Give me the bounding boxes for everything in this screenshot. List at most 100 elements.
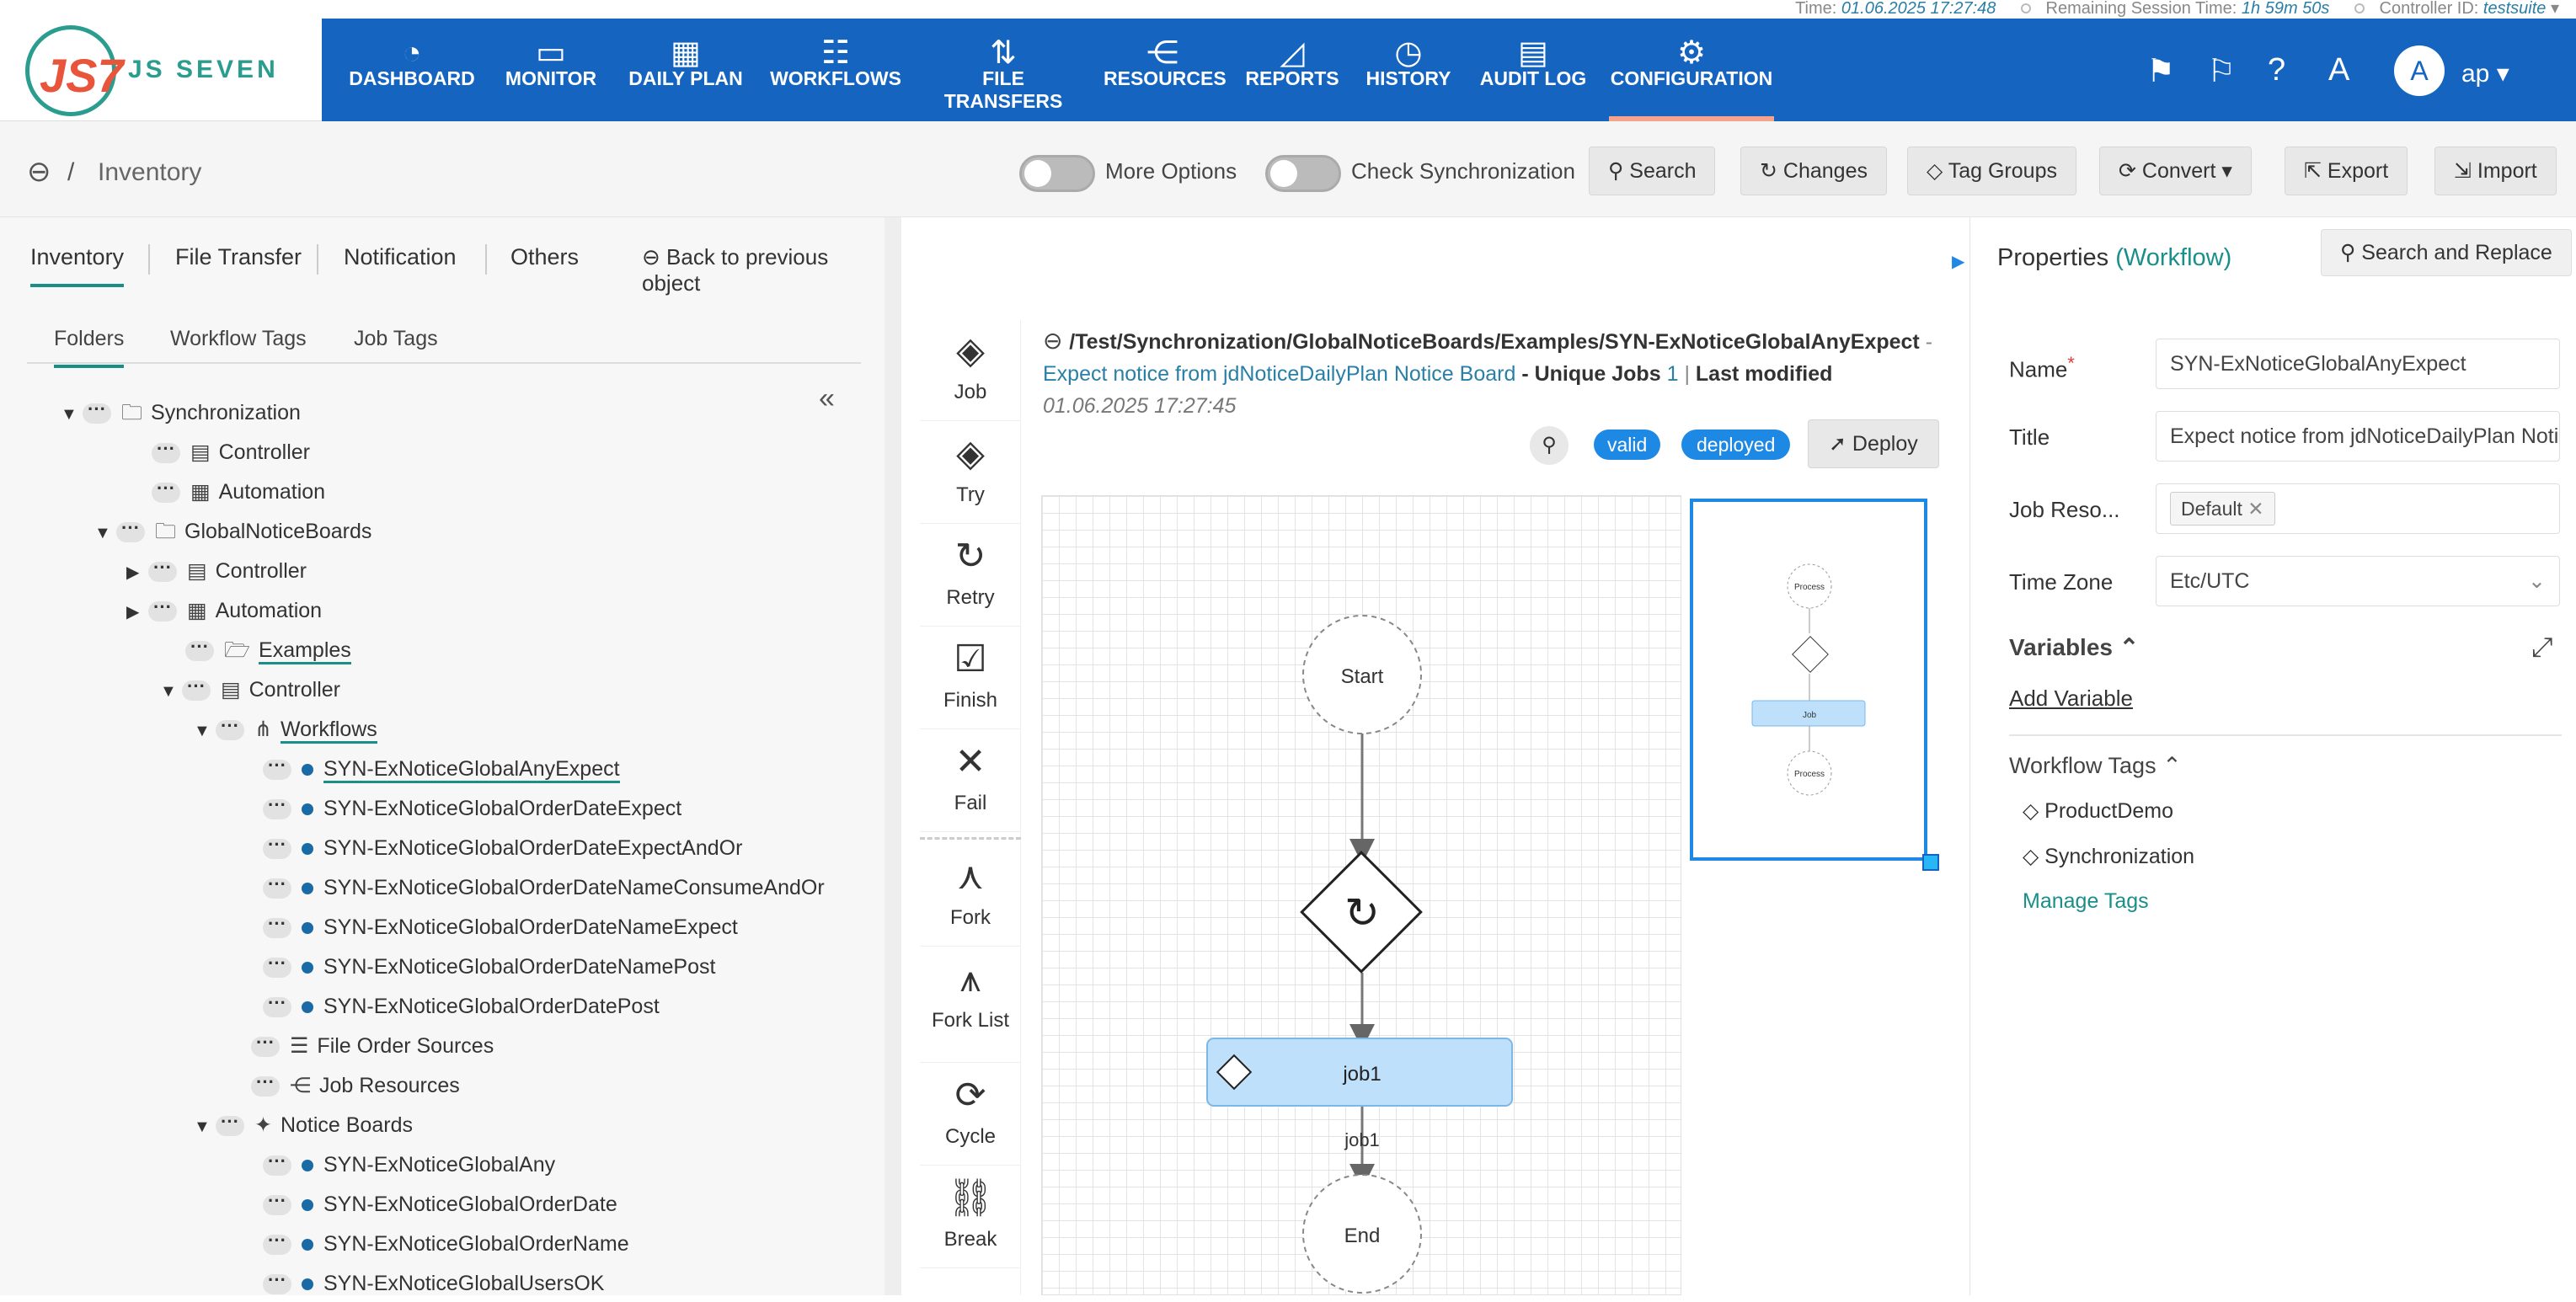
back-to-previous-link[interactable]: ⊖ Back to previous object [642, 244, 884, 296]
more-icon[interactable]: ··· [263, 756, 291, 781]
more-icon[interactable]: ··· [263, 835, 291, 860]
tree-item[interactable]: ··· ☰ File Order Sources [251, 1027, 494, 1065]
name-field[interactable]: SYN-ExNoticeGlobalAnyExpect [2156, 339, 2560, 389]
expand-icon[interactable]: ⤢ [2531, 632, 2553, 664]
more-icon[interactable]: ··· [216, 717, 244, 741]
more-icon[interactable]: ··· [251, 1073, 280, 1097]
tree-item[interactable]: ··· SYN-ExNoticeGlobalOrderDateNameExpect [263, 909, 738, 946]
tree-item[interactable]: ··· SYN-ExNoticeGlobalOrderDateNamePost [263, 948, 715, 985]
tree-item[interactable]: ··· SYN-ExNoticeGlobalOrderDatePost [263, 988, 660, 1025]
more-icon[interactable]: ··· [216, 1113, 244, 1137]
nav-reports[interactable]: ◿ REPORTS [1243, 19, 1341, 121]
more-icon[interactable]: ··· [263, 915, 291, 939]
time-zone-select[interactable]: Etc/UTC ⌄ [2156, 556, 2560, 606]
tree-item[interactable]: ··· SYN-ExNoticeGlobalOrderDateNameConsum… [263, 869, 825, 906]
tree-arrow-icon[interactable]: ▶ [126, 594, 148, 631]
tree-item[interactable]: ··· SYN-ExNoticeGlobalOrderDate [263, 1186, 617, 1223]
nav-resources[interactable]: ⋲ RESOURCES [1104, 19, 1227, 121]
nav-daily-plan[interactable]: ▦ DAILY PLAN [625, 19, 746, 121]
nav-dashboard[interactable]: ◔ DASHBOARD [347, 19, 477, 121]
palette-cycle[interactable]: ⟳ Cycle [920, 1065, 1021, 1166]
nav-history[interactable]: ◷ HISTORY [1361, 19, 1456, 121]
tree-item[interactable]: ··· ⋲ Job Resources [251, 1067, 460, 1104]
tree-item[interactable]: ··· SYN-ExNoticeGlobalOrderDateExpectAndO… [263, 830, 742, 867]
variables-heading[interactable]: Variables ⌃ [2009, 633, 2139, 661]
expand-arrow-icon[interactable]: ▶ [1952, 251, 1964, 272]
tree-arrow-icon[interactable]: ▼ [94, 515, 116, 552]
more-icon[interactable]: ··· [251, 1033, 280, 1058]
more-icon[interactable]: ··· [263, 1231, 291, 1256]
tree-item[interactable]: ··· SYN-ExNoticeGlobalAny [263, 1146, 555, 1183]
more-icon[interactable]: ··· [152, 440, 180, 464]
help-icon[interactable]: ? [2268, 52, 2285, 88]
tree-item[interactable]: ··· ▦ Automation [152, 473, 325, 510]
title-field[interactable]: Expect notice from jdNoticeDailyPlan Not… [2156, 411, 2560, 462]
tree-item[interactable]: ··· ▤ Controller [152, 434, 310, 471]
deploy-button[interactable]: ➚ Deploy [1808, 419, 1939, 468]
tree-arrow-icon[interactable]: ▼ [194, 1108, 216, 1145]
search-replace-button[interactable]: ⚲ Search and Replace [2321, 229, 2572, 276]
tree-item[interactable]: ▼ ··· ⋔ Workflows [194, 711, 377, 748]
tree-item[interactable]: ··· SYN-ExNoticeGlobalOrderName [263, 1225, 629, 1262]
tree-arrow-icon[interactable]: ▼ [194, 712, 216, 750]
changes-button[interactable]: ↻ Changes [1740, 147, 1887, 195]
tree-arrow-icon[interactable]: ▶ [126, 554, 148, 591]
nav-workflows[interactable]: ☷ WORKFLOWS [768, 19, 903, 121]
tree-arrow-icon[interactable]: ▼ [160, 673, 182, 710]
palette-fail[interactable]: ✕ Fail [920, 731, 1021, 832]
convert-button[interactable]: ⟳ Convert ▾ [2099, 147, 2252, 195]
workflow-canvas[interactable]: Start ↻ job1 job1 End [1041, 495, 1681, 1295]
tree-item[interactable]: ▶ ··· ▤ Controller [126, 552, 307, 590]
nav-monitor[interactable]: ▭ MONITOR [500, 19, 601, 121]
more-icon[interactable]: ··· [263, 994, 291, 1018]
manage-tags-link[interactable]: Manage Tags [2023, 889, 2149, 914]
tree-item[interactable]: ▼ ··· ✦ Notice Boards [194, 1107, 413, 1144]
minimap[interactable]: Process Job Process [1690, 499, 1939, 871]
flag-icon[interactable]: ⚑ [2146, 52, 2175, 90]
tab-file-transfer[interactable]: File Transfer [175, 244, 302, 270]
import-button[interactable]: ⇲ Import [2434, 147, 2557, 195]
tab-notification[interactable]: Notification [344, 244, 457, 270]
more-icon[interactable]: ··· [148, 598, 177, 622]
zoom-search-icon[interactable]: ⚲ [1530, 426, 1569, 465]
tree-item[interactable]: ▶ ··· ▦ Automation [126, 592, 322, 629]
tab-others[interactable]: Others [510, 244, 579, 270]
workflow-tags-heading[interactable]: Workflow Tags ⌃ [2009, 753, 2182, 779]
more-icon[interactable]: ··· [182, 677, 211, 702]
tree-item[interactable]: ··· 🗁 Examples [185, 632, 351, 669]
more-icon[interactable]: ··· [263, 1192, 291, 1216]
tree-item[interactable]: ··· SYN-ExNoticeGlobalUsersOK [263, 1265, 604, 1302]
tab-inventory[interactable]: Inventory [30, 244, 125, 287]
more-icon[interactable]: ··· [83, 400, 111, 424]
caret-down-icon[interactable]: ▾ [2551, 0, 2559, 18]
more-icon[interactable]: ··· [263, 875, 291, 899]
controller-value[interactable]: testsuite [2483, 0, 2546, 18]
collapse-tree-icon[interactable]: « [819, 382, 835, 415]
nav-audit-log[interactable]: ▤ AUDIT LOG [1476, 19, 1590, 121]
user-name[interactable]: ap ▾ [2461, 59, 2509, 88]
more-icon[interactable]: ··· [148, 558, 177, 583]
palette-fork[interactable]: ⋏ Fork [920, 846, 1021, 947]
back-arrow-icon[interactable]: ⊖ [1043, 328, 1069, 354]
subtab-workflow-tags[interactable]: Workflow Tags [170, 327, 307, 351]
tree-item[interactable]: ▼ ··· 🗀 GlobalNoticeBoards [94, 513, 371, 550]
nav-file-transfers[interactable]: ⇅ FILE TRANSFERS [925, 19, 1082, 121]
more-icon[interactable]: ··· [263, 796, 291, 820]
more-icon[interactable]: ··· [263, 954, 291, 979]
more-icon[interactable]: ··· [185, 638, 214, 662]
minimap-resize-handle[interactable] [1922, 854, 1939, 871]
more-icon[interactable]: ··· [116, 519, 145, 543]
palette-finish[interactable]: ☑ Finish [920, 628, 1021, 729]
more-icon[interactable]: ··· [263, 1152, 291, 1177]
palette-retry[interactable]: ↻ Retry [920, 526, 1021, 627]
search-button[interactable]: ⚲ Search [1589, 147, 1716, 195]
subtab-job-tags[interactable]: Job Tags [354, 327, 438, 351]
tree-item[interactable]: ··· SYN-ExNoticeGlobalAnyExpect [263, 750, 620, 787]
palette-break[interactable]: ⛓ Break [920, 1167, 1021, 1268]
avatar[interactable]: A [2394, 45, 2445, 96]
palette-try[interactable]: ◈ Try [920, 423, 1021, 524]
tree-item[interactable]: ▼ ··· 🗀 Synchronization [61, 394, 301, 431]
check-sync-toggle[interactable] [1265, 155, 1341, 192]
add-variable-link[interactable]: Add Variable [2009, 686, 2133, 712]
job-resources-field[interactable]: Default ✕ [2156, 483, 2560, 534]
